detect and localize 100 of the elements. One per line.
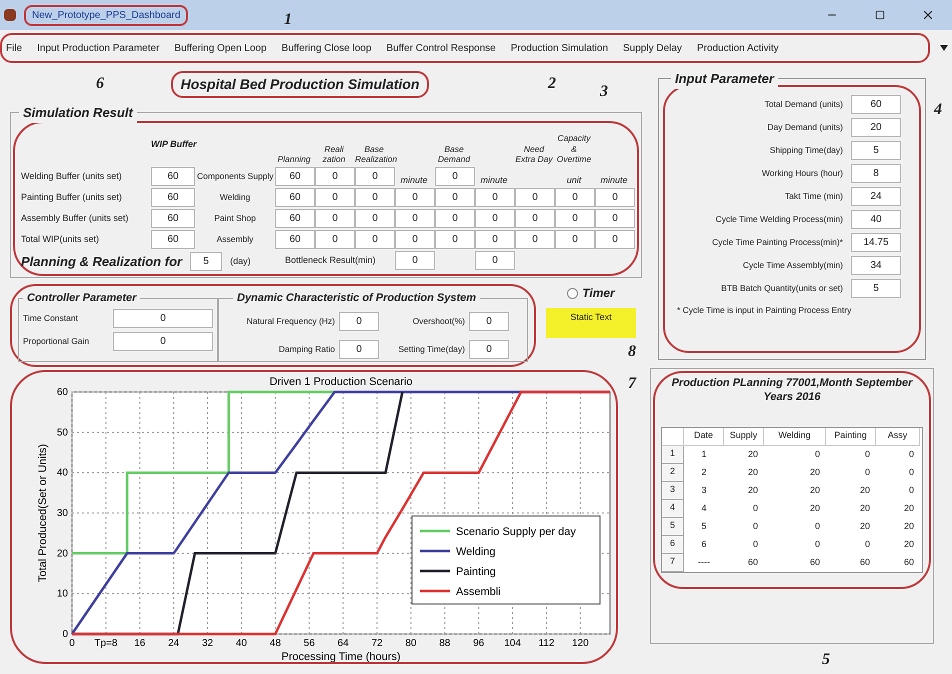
table-cell[interactable]: 0 — [555, 188, 595, 207]
table-cell-text: 20 — [746, 484, 759, 497]
y-axis-label: Total Produced(Set or Units) — [37, 444, 49, 582]
table-cell[interactable]: 0 — [435, 230, 475, 249]
value-field[interactable]: 0 — [339, 340, 379, 358]
table-cell[interactable]: 0 — [435, 209, 475, 228]
table-cell[interactable]: 0 — [435, 167, 475, 186]
table-cell[interactable]: 0 — [475, 230, 515, 249]
field-label: Proportional Gain — [23, 335, 90, 348]
x-tick-label: 0 — [69, 638, 75, 649]
table-cell[interactable]: 0 — [595, 188, 635, 207]
menu-item[interactable]: Production Simulation — [510, 40, 608, 56]
table-cell[interactable]: 0 — [515, 188, 555, 207]
timer-radio[interactable] — [567, 288, 578, 298]
field-label: BTB Batch Quantity(units or set) — [721, 282, 843, 295]
field-label: Working Hours (hour) — [762, 167, 843, 180]
table-cell[interactable]: 60 — [275, 188, 315, 207]
table-cell[interactable]: 0 — [315, 209, 355, 228]
table-cell[interactable]: 0 — [555, 209, 595, 228]
menu-item[interactable]: Buffer Control Response — [386, 40, 496, 56]
y-tick-label: 30 — [56, 508, 68, 519]
input-field[interactable]: 5 — [851, 141, 901, 160]
row-label: Welding — [218, 191, 252, 204]
table-cell-text: 20 — [746, 448, 759, 461]
table-cell-text: 5 — [700, 520, 708, 533]
table-cell[interactable]: 60 — [275, 209, 315, 228]
field-label: Overshoot(%) — [412, 314, 465, 328]
dropdown-arrow-icon[interactable] — [940, 45, 948, 51]
menu-item[interactable]: Supply Delay — [623, 40, 682, 56]
column-header: Supply — [724, 428, 764, 446]
value-field[interactable]: 60 — [151, 209, 195, 228]
input-field[interactable]: 5 — [851, 279, 901, 298]
table-cell[interactable]: 0 — [355, 230, 395, 249]
table-cell-text: 20 — [746, 466, 759, 479]
table-cell[interactable]: 0 — [355, 209, 395, 228]
row-header: 1 — [662, 446, 684, 464]
value-field[interactable]: 60 — [151, 188, 195, 207]
menu-item[interactable]: Production Activity — [696, 40, 779, 56]
table-cell[interactable]: 0 — [395, 230, 435, 249]
field-label: Painting Buffer (units set) — [21, 190, 123, 204]
table-cell-text: 0 — [864, 538, 871, 551]
table-cell[interactable]: 60 — [275, 167, 315, 186]
y-tick-label: 60 — [56, 387, 68, 398]
table-cell-text: 0 — [814, 538, 821, 551]
column-header: WIP Buffer — [151, 138, 198, 152]
table-cell[interactable]: 0 — [515, 230, 555, 249]
menu-item[interactable]: Input Production Parameter — [37, 40, 160, 56]
table-cell[interactable]: 0 — [475, 188, 515, 207]
table-cell-text: 3 — [700, 484, 708, 497]
table-cell[interactable]: 0 — [315, 188, 355, 207]
value-field[interactable]: 0 — [469, 312, 509, 330]
table-cell[interactable]: 0 — [475, 209, 515, 228]
x-tick-label: 40 — [236, 638, 247, 649]
input-field[interactable]: 14.75 — [851, 233, 901, 252]
table-cell[interactable]: 0 — [355, 188, 395, 207]
table-cell-text: 60 — [858, 556, 871, 569]
table-cell[interactable]: 0 — [515, 209, 555, 228]
input-field[interactable]: 40 — [851, 210, 901, 229]
table-cell[interactable]: 0 — [595, 230, 635, 249]
table-cell[interactable]: 0 — [595, 209, 635, 228]
input-field[interactable]: 60 — [851, 95, 901, 114]
menu-item[interactable]: Buffering Open Loop — [174, 40, 267, 56]
x-tick-label: Tp=8 — [94, 638, 118, 649]
x-tick-label: 64 — [338, 638, 349, 649]
x-tick-label: 56 — [304, 638, 315, 649]
table-cell[interactable]: 0 — [395, 188, 435, 207]
page-heading: Hospital Bed Production Simulation — [170, 70, 430, 98]
input-field[interactable]: 20 — [851, 118, 901, 137]
value-field[interactable]: 0 — [113, 332, 213, 351]
field-label: Cycle Time Welding Process(min) — [716, 213, 843, 226]
table-cell[interactable]: 0 — [355, 167, 395, 186]
column-header: Base Demand — [436, 144, 472, 165]
x-axis-label: Processing Time (hours) — [281, 651, 401, 662]
table-cell-text: 20 — [808, 502, 821, 515]
table-cell-text: 0 — [864, 466, 871, 479]
table-cell[interactable]: 0 — [435, 188, 475, 207]
row-label: Components Supply — [197, 170, 273, 183]
value-field[interactable]: 0 — [469, 340, 509, 358]
input-field[interactable]: 8 — [851, 164, 901, 183]
chart-title: Driven 1 Production Scenario — [269, 376, 413, 388]
value-field[interactable]: 0 — [339, 312, 379, 330]
table-cell[interactable]: 0 — [395, 209, 435, 228]
input-field[interactable]: 34 — [851, 256, 901, 275]
value-field[interactable]: 5 — [190, 252, 222, 271]
menu-item[interactable]: Buffering Close loop — [282, 40, 372, 56]
field-label: Welding Buffer (units set) — [21, 170, 123, 183]
field-label: Total Demand (units) — [764, 98, 843, 111]
menu-item[interactable]: File — [6, 40, 22, 56]
table-cell[interactable]: 0 — [395, 251, 435, 270]
table-cell[interactable]: 0 — [315, 230, 355, 249]
table-cell[interactable]: 0 — [555, 230, 595, 249]
value-field[interactable]: 60 — [151, 230, 195, 249]
x-tick-label: 88 — [439, 638, 450, 649]
table-cell[interactable]: 0 — [475, 251, 515, 270]
value-field[interactable]: 0 — [113, 309, 213, 328]
input-field[interactable]: 24 — [851, 187, 901, 206]
table-cell[interactable]: 60 — [275, 230, 315, 249]
row-header: 3 — [662, 482, 684, 500]
value-field[interactable]: 60 — [151, 167, 195, 186]
table-cell[interactable]: 0 — [315, 167, 355, 186]
